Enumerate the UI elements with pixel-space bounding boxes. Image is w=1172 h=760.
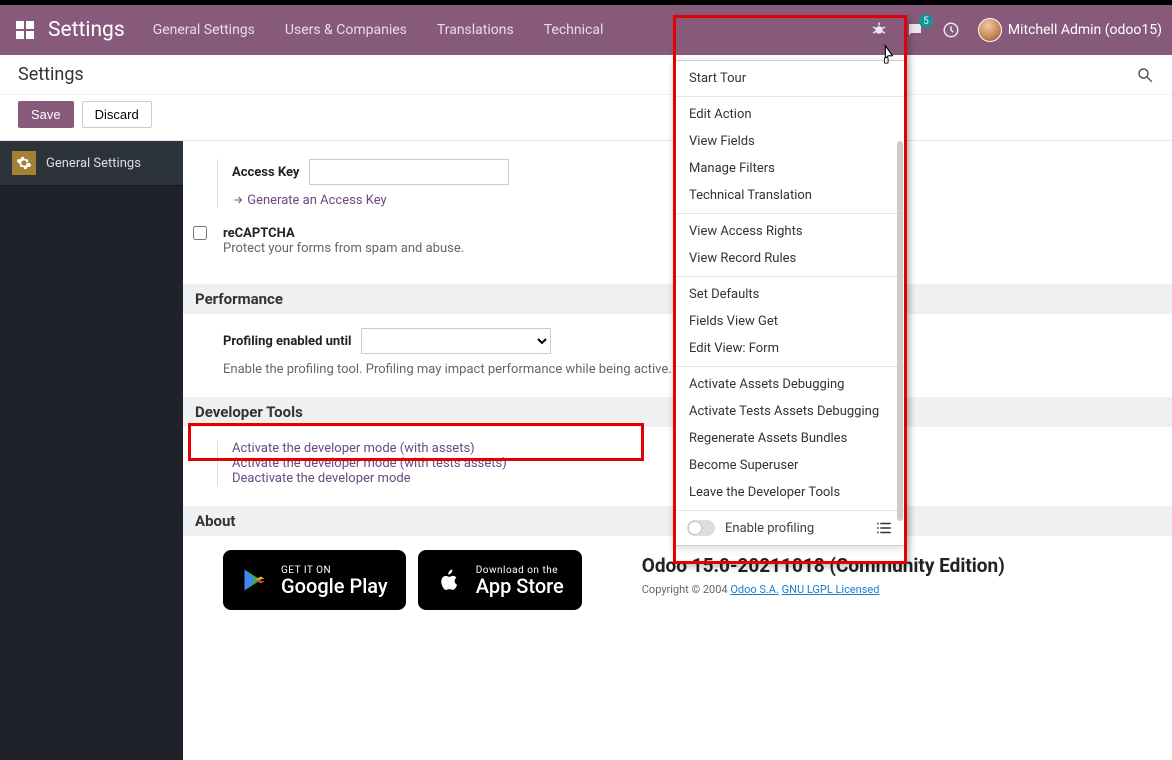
profiling-select[interactable]: [361, 328, 551, 354]
sidebar-item-label: General Settings: [46, 156, 141, 171]
dd-activate-assets-debugging[interactable]: Activate Assets Debugging: [675, 371, 905, 398]
menu-general-settings[interactable]: General Settings: [153, 22, 255, 38]
dev-link-2[interactable]: Activate the developer mode (with tests …: [232, 456, 507, 471]
main-menu: General Settings Users & Companies Trans…: [153, 22, 604, 38]
body: General Settings Access Key Generate an …: [0, 141, 1172, 760]
copyright: Copyright © 2004 Odoo S.A. GNU LGPL Lice…: [642, 583, 1005, 596]
odoo-version: Odoo 15.0-20211018 (Community Edition): [642, 554, 1005, 577]
menu-translations[interactable]: Translations: [437, 22, 514, 38]
recaptcha-title: reCAPTCHA: [223, 226, 464, 241]
dd-regenerate-assets-bundles[interactable]: Regenerate Assets Bundles: [675, 425, 905, 452]
dropdown-scrollbar[interactable]: [897, 141, 903, 521]
cursor-icon: [878, 43, 900, 65]
enable-profiling-label: Enable profiling: [725, 521, 814, 536]
dd-set-defaults[interactable]: Set Defaults: [675, 281, 905, 308]
messages-badge: 5: [919, 14, 933, 28]
dd-edit-action[interactable]: Edit Action: [675, 101, 905, 128]
list-icon[interactable]: [875, 519, 893, 537]
activities-icon[interactable]: [942, 21, 960, 39]
profiling-label: Profiling enabled until: [223, 334, 351, 349]
save-button[interactable]: Save: [18, 101, 74, 128]
apps-menu-button[interactable]: [10, 15, 40, 45]
user-menu[interactable]: Mitchell Admin (odoo15): [978, 18, 1162, 42]
app-title: Settings: [48, 18, 125, 42]
dd-start-tour[interactable]: Start Tour: [675, 65, 905, 92]
gear-icon: [12, 151, 36, 175]
breadcrumb: Settings: [18, 64, 84, 85]
dev-link-3[interactable]: Deactivate the developer mode: [232, 471, 411, 486]
dd-view-access-rights[interactable]: View Access Rights: [675, 218, 905, 245]
sidebar-item-general-settings[interactable]: General Settings: [0, 141, 183, 186]
avatar-icon: [978, 18, 1002, 42]
actions-bar: Save Discard: [0, 95, 1172, 141]
play-store-icon: [241, 566, 269, 594]
dd-become-superuser[interactable]: Become Superuser: [675, 452, 905, 479]
link-odoo-sa[interactable]: Odoo S.A.: [730, 583, 779, 596]
discard-button[interactable]: Discard: [82, 101, 152, 128]
dev-link-1[interactable]: Activate the developer mode (with assets…: [232, 441, 475, 456]
user-label: Mitchell Admin (odoo15): [1008, 22, 1162, 38]
access-key-label: Access Key: [232, 165, 299, 180]
dd-fields-view-get[interactable]: Fields View Get: [675, 308, 905, 335]
dd-view-fields[interactable]: View Fields: [675, 128, 905, 155]
link-lgpl[interactable]: GNU LGPL Licensed: [782, 583, 880, 596]
navbar-right: 5 Mitchell Admin (odoo15): [870, 18, 1162, 42]
breadcrumb-bar: Settings: [0, 55, 1172, 95]
menu-users-companies[interactable]: Users & Companies: [285, 22, 407, 38]
bug-icon[interactable]: [870, 21, 888, 39]
menu-technical[interactable]: Technical: [544, 22, 604, 38]
search-icon[interactable]: [1136, 66, 1154, 84]
enable-profiling-toggle[interactable]: [687, 520, 715, 536]
recaptcha-help: Protect your forms from spam and abuse.: [223, 241, 464, 256]
top-navbar: Settings General Settings Users & Compan…: [0, 5, 1172, 55]
app-store-badge[interactable]: Download on the App Store: [418, 550, 582, 610]
messages-icon[interactable]: 5: [906, 21, 924, 39]
apps-grid-icon: [16, 21, 34, 39]
dd-leave-developer-tools[interactable]: Leave the Developer Tools: [675, 479, 905, 506]
apple-icon: [436, 566, 464, 594]
recaptcha-checkbox[interactable]: [193, 226, 207, 240]
settings-sidebar: General Settings: [0, 141, 183, 760]
dd-technical-translation[interactable]: Technical Translation: [675, 182, 905, 209]
dd-view-record-rules[interactable]: View Record Rules: [675, 245, 905, 272]
dd-activate-tests-assets-debugging[interactable]: Activate Tests Assets Debugging: [675, 398, 905, 425]
generate-access-key-link[interactable]: Generate an Access Key: [232, 193, 387, 208]
dd-edit-view-form[interactable]: Edit View: Form: [675, 335, 905, 362]
access-key-input[interactable]: [309, 159, 509, 185]
developer-menu-dropdown: Start Tour Edit Action View Fields Manag…: [674, 60, 906, 546]
google-play-badge[interactable]: GET IT ON Google Play: [223, 550, 406, 610]
dd-manage-filters[interactable]: Manage Filters: [675, 155, 905, 182]
